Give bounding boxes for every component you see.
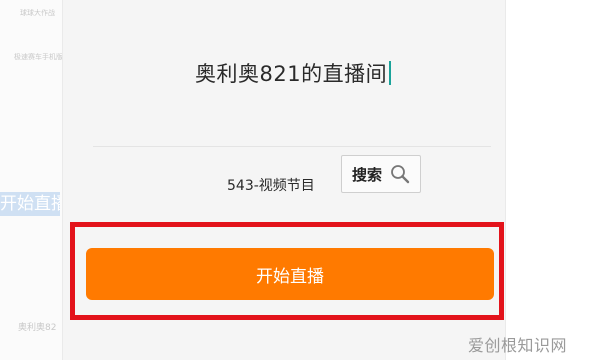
category-label: 543-视频节目 — [227, 178, 315, 194]
search-button[interactable]: 搜索 — [341, 155, 421, 193]
start-live-button[interactable]: 开始直播 — [86, 248, 494, 300]
text-cursor — [389, 61, 392, 85]
watermark-text: 爱创根知识网 — [468, 336, 568, 355]
background-selected-text: 开始直播 — [0, 192, 60, 216]
search-icon — [390, 164, 410, 184]
room-title-text: 奥利奥821的直播间 — [195, 62, 388, 86]
background-item: 球球大作战 — [20, 9, 55, 17]
divider — [93, 146, 491, 147]
background-bottom-text: 奥利奥82 — [18, 323, 57, 333]
search-button-label: 搜索 — [351, 165, 382, 184]
background-item: 极速赛车手机版 — [14, 53, 63, 61]
start-live-button-label: 开始直播 — [256, 266, 324, 287]
screenshot-stage: 球球大作战 极速赛车手机版 开始直播 奥利奥82 奥利奥821的直播间 543-… — [0, 0, 600, 360]
room-title-input[interactable]: 奥利奥821的直播间 — [195, 58, 392, 88]
